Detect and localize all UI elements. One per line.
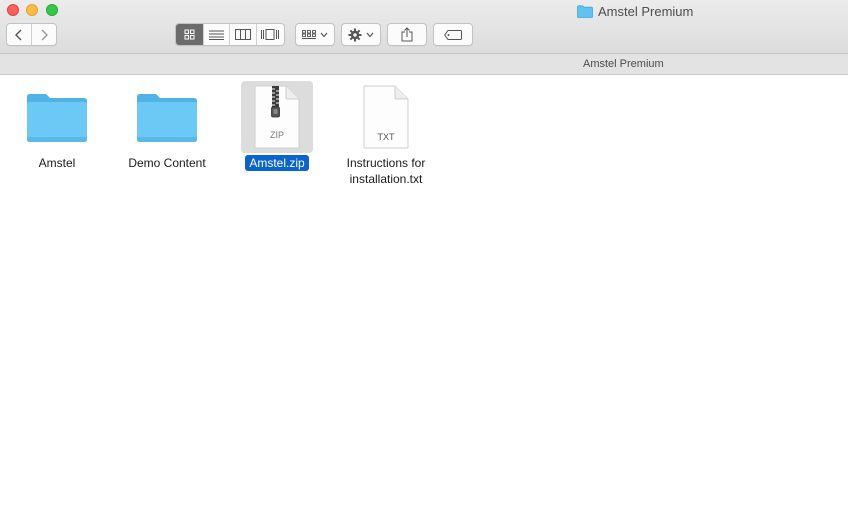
column-view-button[interactable] — [230, 24, 257, 45]
file-name-label[interactable]: Amstel.zip — [245, 155, 309, 171]
chevron-down-icon — [320, 32, 328, 37]
folder-icon-box — [21, 81, 93, 153]
chevron-down-icon — [366, 32, 374, 37]
zoom-window-button[interactable] — [46, 4, 58, 16]
share-button[interactable] — [388, 24, 426, 45]
toolbar: Amstel Premium — [0, 0, 848, 54]
share-button-group — [387, 23, 427, 46]
file-name-label: Demo Content — [128, 156, 206, 170]
cover-flow-view-button[interactable] — [257, 24, 284, 45]
folder-icon — [577, 4, 593, 18]
navigation-buttons — [6, 23, 57, 46]
chevron-right-icon — [41, 29, 48, 40]
grid-icon — [184, 29, 195, 40]
columns-icon — [234, 29, 251, 40]
action-dropdown[interactable] — [341, 23, 381, 46]
back-button[interactable] — [7, 24, 32, 45]
file-item-demo-content[interactable]: Demo Content — [115, 81, 219, 172]
zip-icon-box — [241, 81, 313, 153]
file-name-label: Amstel — [38, 156, 76, 170]
window-title: Amstel Premium — [577, 2, 693, 20]
list-view-button[interactable] — [204, 24, 231, 45]
path-bar: Amstel Premium — [0, 54, 848, 75]
txt-icon-box — [350, 81, 422, 153]
close-window-button[interactable] — [7, 4, 19, 16]
edit-tags-button[interactable] — [434, 24, 472, 45]
folder-icon-box — [131, 81, 203, 153]
arrange-dropdown[interactable] — [295, 23, 335, 46]
tag-icon — [444, 29, 462, 40]
chevron-left-icon — [15, 29, 22, 40]
action-button[interactable] — [342, 24, 380, 45]
file-type-badge: TXT — [377, 132, 395, 142]
file-item-amstel[interactable]: Amstel — [5, 81, 109, 172]
coverflow-icon — [261, 29, 280, 40]
arrange-grid-icon — [302, 29, 316, 39]
file-item-amstel-zip[interactable]: ZIP Amstel.zip — [225, 81, 329, 172]
folder-icon — [137, 94, 197, 142]
arrange-button[interactable] — [296, 24, 334, 45]
path-bar-label: Amstel Premium — [583, 58, 664, 70]
folder-icon — [27, 94, 87, 142]
list-icon — [208, 30, 224, 40]
tag-button-group — [433, 23, 473, 46]
share-icon — [401, 27, 413, 42]
finder-window: Amstel Premium Amstel Premium Amstel Dem… — [0, 0, 848, 531]
file-item-instructions-txt[interactable]: TXT Instructions for installation.txt — [334, 81, 438, 188]
window-title-text: Amstel Premium — [598, 3, 694, 19]
gear-icon — [348, 28, 362, 41]
file-name-label: Instructions for installation.txt — [346, 156, 426, 186]
file-browser-area: Amstel Demo Content ZIP Amstel.zip TXT I… — [0, 75, 848, 531]
view-mode-segmented-control — [175, 23, 285, 46]
file-type-badge: ZIP — [269, 130, 284, 140]
forward-button[interactable] — [32, 24, 56, 45]
icon-view-button[interactable] — [176, 24, 204, 45]
minimize-window-button[interactable] — [26, 4, 38, 16]
